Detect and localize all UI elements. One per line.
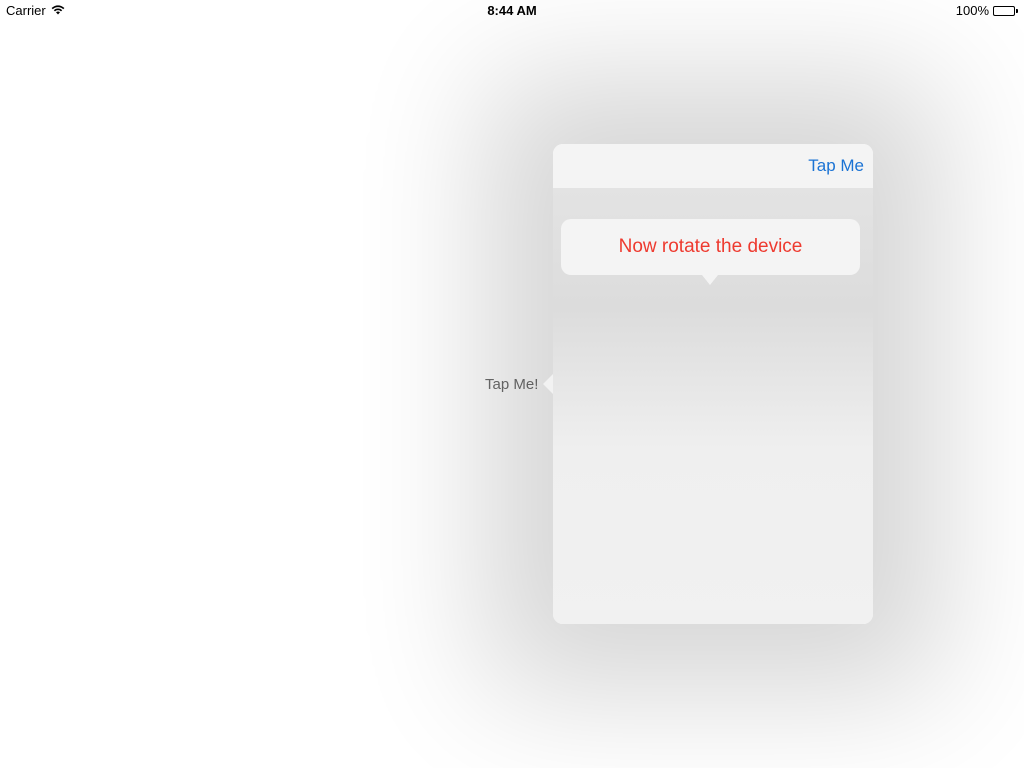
- tooltip-arrow: [702, 275, 718, 285]
- tooltip-text: Now rotate the device: [618, 236, 803, 257]
- popover: Tap Me Now rotate the device: [543, 144, 873, 624]
- status-bar: Carrier 8:44 AM 100%: [0, 0, 1024, 20]
- popover-nav-bar: Tap Me: [553, 144, 873, 188]
- battery-icon: [993, 5, 1018, 16]
- screen: Carrier 8:44 AM 100% Tap Me! Tap Me Now …: [0, 0, 1024, 768]
- status-right: 100%: [956, 3, 1018, 18]
- popover-content: Now rotate the device: [553, 188, 873, 624]
- popover-arrow: [543, 374, 553, 394]
- nav-tap-me-button[interactable]: Tap Me: [808, 156, 864, 176]
- battery-percent: 100%: [955, 3, 989, 18]
- status-time: 8:44 AM: [487, 3, 537, 18]
- tap-me-button[interactable]: Tap Me!: [485, 376, 538, 393]
- tooltip-bubble[interactable]: Now rotate the device: [561, 219, 860, 285]
